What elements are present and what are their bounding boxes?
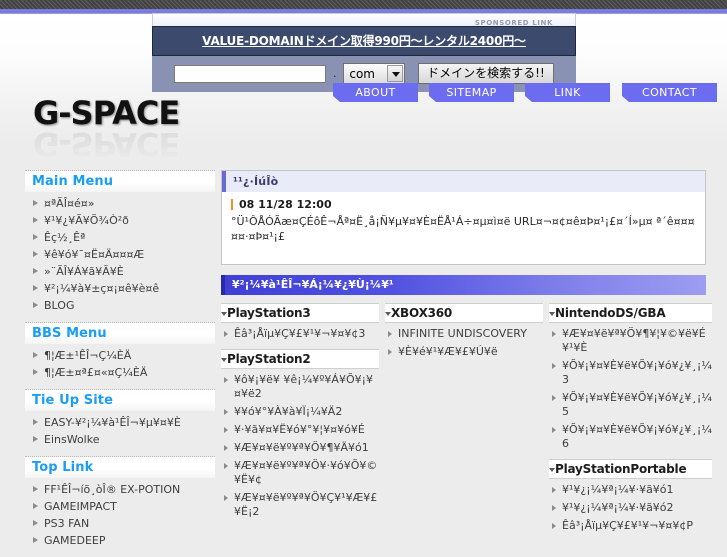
list-item[interactable]: ¥Õ¥¡¥¤¥È¥ë¥Õ¥¡¥ó¥¿¥¸¡¼5 [549, 389, 712, 421]
sidebar-section-title-tie-up-site: Tie Up Site [25, 390, 215, 411]
sponsored-link-bar: SPONSORED LINK [152, 13, 576, 27]
ad-title-bar: VALUE-DOMAINドメイン取得990円～レンタル2400円～ [152, 26, 576, 56]
section-title-bar: ¥²¡¼¥à¹ÊÎ¬¥Á¡¼¥¿¥Ù¡¼¥¹ [221, 275, 706, 295]
column-nintendo: NintendoDS/GBA ¥Æ¥¤¥ë¥ª¥Ö¥¶¥¦¥©¥ë¥É¥¹¥È … [549, 303, 712, 541]
list-item[interactable]: ¥·¥ã¥¤¥Ë¥ó¥°¥¦¥¤¥ó¥É [221, 421, 379, 439]
tld-selected-value: com [349, 67, 375, 81]
sidebar-section-title-bbs-menu: BBS Menu [25, 323, 215, 344]
tld-select[interactable]: com [343, 63, 406, 84]
list-item[interactable]: ¥¹¥¿¡¼¥ª¡¼¥·¥ã¥ó1 [549, 481, 712, 499]
list-item[interactable]: Êâ³¡Åïµ¥Ç¥£¥¹¥¬¥¤¥¢P [549, 517, 712, 535]
sidebar-section-title-main-menu: Main Menu [25, 171, 215, 192]
news-box-body: 08 11/28 12:00 °Ü¹ÔÅÓÃæ¤ÇÉôÊ¬Åª¤Ë¸å¡Ñ¥µ¥… [222, 192, 705, 264]
sidebar-list-bbs-menu: ¶¦Æ±¹ÊÎ¬Ç¼ÈÄ ¶¦Æ±¤ª£¤«¤Ç¼ÈÄ [25, 344, 215, 389]
sidebar-item-gameimpact[interactable]: GAMEIMPACT [25, 498, 215, 515]
group-list-playstationportable: ¥¹¥¿¡¼¥ª¡¼¥·¥ã¥ó1 ¥¹¥¿¡¼¥ª¡¼¥·¥ã¥ó2 Êâ³¡… [549, 479, 712, 541]
sidebar-item-main-6[interactable]: ¥²¡¼¥à¥±ç¤¡¤ê¥è¤ê [25, 280, 215, 297]
site-logo-reflection: G-SPACE [33, 125, 180, 163]
group-list-playstation2: ¥ô¥¡¥ë¥ ¥ê¡¼¥º¥Á¥Õ¥¡¥¤¥ë2 ¥¥ó¥°¥À¥à¥Ï¡¼¥… [221, 369, 379, 527]
group-header-playstationportable[interactable]: PlayStationPortable [549, 459, 712, 479]
sidebar-item-bbs-1[interactable]: ¶¦Æ±¹ÊÎ¬Ç¼ÈÄ [25, 347, 215, 364]
chevron-down-icon[interactable] [387, 65, 404, 82]
news-date: 08 11/28 12:00 [231, 198, 697, 212]
list-item[interactable]: ¥È¥é¥¹¥Æ¥£¥Ú¥ë [385, 343, 543, 361]
list-item[interactable]: ¥ô¥¡¥ë¥ ¥ê¡¼¥º¥Á¥Õ¥¡¥¤¥ë2 [221, 371, 379, 403]
sidebar-item-main-1[interactable]: ¤ªÃÎ¤é¤» [25, 195, 215, 212]
sidebar-item-gamedeep[interactable]: GAMEDEEP [25, 532, 215, 549]
list-item[interactable]: INFINITE UNDISCOVERY [385, 325, 543, 343]
sponsored-ad-block: SPONSORED LINK VALUE-DOMAINドメイン取得990円～レン… [152, 13, 576, 92]
column-xbox: XBOX360 INFINITE UNDISCOVERY ¥È¥é¥¹¥Æ¥£¥… [385, 303, 543, 541]
news-box: ¹¹¿·ÍúÎò 08 11/28 12:00 °Ü¹ÔÅÓÃæ¤ÇÉôÊ¬Åª… [221, 170, 706, 265]
top-texture-bar [0, 0, 727, 9]
group-header-playstation3[interactable]: PlayStation3 [221, 303, 379, 323]
domain-name-input[interactable] [174, 64, 327, 83]
sidebar-item-main-5[interactable]: »¨ÃÎ¥Á¥ã¥Ã¥È [25, 263, 215, 280]
list-item[interactable]: ¥Õ¥¡¥¤¥È¥ë¥Õ¥¡¥ó¥¿¥¸¡¼3 [549, 357, 712, 389]
sidebar-item-bbs-2[interactable]: ¶¦Æ±¤ª£¤«¤Ç¼ÈÄ [25, 364, 215, 381]
sidebar-item-einswolke[interactable]: EinsWolke [25, 431, 215, 448]
domain-dot-separator: . [333, 67, 337, 80]
group-header-playstation2[interactable]: PlayStation2 [221, 349, 379, 369]
sidebar-item-main-3[interactable]: Êç½¸Êª [25, 229, 215, 246]
sidebar-section-title-top-link: Top Link [25, 457, 215, 478]
sidebar-item-main-4[interactable]: ¥ê¥ó¥¯¤Ë¤Ä¤¤¤Æ [25, 246, 215, 263]
group-list-nintendods-gba: ¥Æ¥¤¥ë¥ª¥Ö¥¶¥¦¥©¥ë¥É¥¹¥È ¥Õ¥¡¥¤¥È¥ë¥Õ¥¡¥… [549, 323, 712, 459]
nav-item-sitemap[interactable]: SITEMAP [429, 83, 514, 102]
nav-item-link[interactable]: LINK [525, 83, 610, 102]
sidebar-item-easy[interactable]: EASY-¥²¡¼¥à¹ÊÎ¬¥µ¥¤¥È [25, 414, 215, 431]
main-navigation: ABOUT SITEMAP LINK CONTACT [333, 83, 719, 103]
list-item[interactable]: ¥Æ¥¤¥ë¥º¥ª¥Ö¥Ç¥¹¥Æ¥£¥Ë¡2 [221, 489, 379, 521]
sponsored-link-label: SPONSORED LINK [474, 19, 553, 27]
list-item[interactable]: ¥Æ¥¤¥ë¥º¥ª¥Ö¥·¥ó¥Õ¥©¥Ë¥¢ [221, 457, 379, 489]
main-content: ¹¹¿·ÍúÎò 08 11/28 12:00 °Ü¹ÔÅÓÃæ¤ÇÉôÊ¬Åª… [221, 170, 712, 541]
sidebar-item-ps3-fan[interactable]: PS3 FAN [25, 515, 215, 532]
list-item[interactable]: ¥¹¥¿¡¼¥ª¡¼¥·¥ã¥ó2 [549, 499, 712, 517]
sidebar-list-top-link: FF¹ÊÎ¬íõ¸òÎ® EX-POTION GAMEIMPACT PS3 FA… [25, 478, 215, 557]
group-header-xbox360[interactable]: XBOX360 [385, 303, 543, 323]
list-item[interactable]: Êâ³¡Åïµ¥Ç¥£¥¹¥¬¥¤¥¢3 [221, 325, 379, 343]
sidebar-item-ex-potion[interactable]: FF¹ÊÎ¬íõ¸òÎ® EX-POTION [25, 481, 215, 498]
column-playstation: PlayStation3 Êâ³¡Åïµ¥Ç¥£¥¹¥¬¥¤¥¢3 PlaySt… [221, 303, 379, 541]
nav-item-contact[interactable]: CONTACT [622, 83, 717, 102]
nav-item-about[interactable]: ABOUT [333, 83, 418, 102]
group-list-xbox360: INFINITE UNDISCOVERY ¥È¥é¥¹¥Æ¥£¥Ú¥ë [385, 323, 543, 367]
list-item[interactable]: ¥¥ó¥°¥À¥à¥Ï¡¼¥Ä2 [221, 403, 379, 421]
list-item[interactable]: ¥Æ¥¤¥ë¥ª¥Ö¥¶¥¦¥©¥ë¥É¥¹¥È [549, 325, 712, 357]
domain-search-button[interactable]: ドメインを検索する!! [418, 63, 554, 84]
sidebar-item-blog[interactable]: BLOG [25, 297, 215, 314]
ad-title-link[interactable]: VALUE-DOMAINドメイン取得990円～レンタル2400円～ [202, 34, 526, 48]
sidebar-list-tie-up-site: EASY-¥²¡¼¥à¹ÊÎ¬¥µ¥¤¥È EinsWolke [25, 411, 215, 456]
sidebar-list-main-menu: ¤ªÃÎ¤é¤» ¥¹¥¿¥Ã¥Õ¾Ò²ð Êç½¸Êª ¥ê¥ó¥¯¤Ë¤Ä¤… [25, 192, 215, 322]
game-database-columns: PlayStation3 Êâ³¡Åïµ¥Ç¥£¥¹¥¬¥¤¥¢3 PlaySt… [221, 303, 712, 541]
site-logo-text: G-SPACE [33, 94, 180, 132]
list-item[interactable]: ¥Õ¥¡¥¤¥È¥ë¥Õ¥¡¥ó¥¿¥¸¡¼6 [549, 421, 712, 453]
sidebar-item-main-2[interactable]: ¥¹¥¿¥Ã¥Õ¾Ò²ð [25, 212, 215, 229]
site-logo[interactable]: G-SPACE G-SPACE [33, 94, 263, 163]
news-text: °Ü¹ÔÅÓÃæ¤ÇÉôÊ¬Åª¤Ë¸å¡Ñ¥µ¥¤¥È¤ËÅ¹Á÷¤µ¤ì¤ë… [231, 215, 695, 243]
list-item[interactable]: ¥Æ¥¤¥ë¥º¥ª¥Ö¥¶¥Ä¥ó1 [221, 439, 379, 457]
group-list-playstation3: Êâ³¡Åïµ¥Ç¥£¥¹¥¬¥¤¥¢3 [221, 323, 379, 349]
group-header-nintendods-gba[interactable]: NintendoDS/GBA [549, 303, 712, 323]
news-box-heading: ¹¹¿·ÍúÎò [222, 171, 705, 192]
sidebar: Main Menu ¤ªÃÎ¤é¤» ¥¹¥¿¥Ã¥Õ¾Ò²ð Êç½¸Êª ¥… [25, 170, 215, 557]
